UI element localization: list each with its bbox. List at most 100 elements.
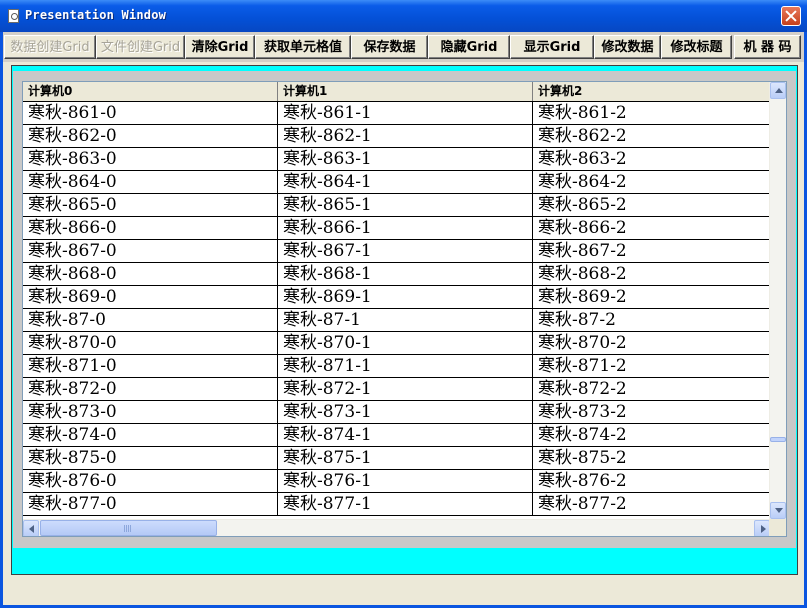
grid-cell[interactable]: 寒秋-87-1 [278, 309, 533, 331]
show-grid-button[interactable]: 显示Grid [510, 35, 594, 59]
create-grid-from-file-button[interactable]: 文件创建Grid [96, 35, 185, 59]
grid-header: 计算机0 计算机1 计算机2 [23, 82, 770, 102]
grid-cell[interactable]: 寒秋-871-2 [533, 355, 770, 377]
table-row[interactable]: 寒秋-875-0 寒秋-875-1 寒秋-875-2 [23, 447, 770, 470]
table-row[interactable]: 寒秋-866-0 寒秋-866-1 寒秋-866-2 [23, 217, 770, 240]
grid-cell[interactable]: 寒秋-871-0 [23, 355, 278, 377]
horizontal-scroll-thumb[interactable] [40, 520, 217, 536]
table-row[interactable]: 寒秋-876-0 寒秋-876-1 寒秋-876-2 [23, 470, 770, 493]
grid-cell[interactable]: 寒秋-869-0 [23, 286, 278, 308]
grid-cell[interactable]: 寒秋-862-0 [23, 125, 278, 147]
grid-cell[interactable]: 寒秋-861-0 [23, 102, 278, 124]
grid-cell[interactable]: 寒秋-863-2 [533, 148, 770, 170]
grid-cell[interactable]: 寒秋-872-2 [533, 378, 770, 400]
grid-cell[interactable]: 寒秋-867-1 [278, 240, 533, 262]
table-row[interactable]: 寒秋-872-0 寒秋-872-1 寒秋-872-2 [23, 378, 770, 401]
machine-code-button[interactable]: 机 器 码 [734, 35, 801, 59]
close-button[interactable] [781, 6, 801, 26]
grid-cell[interactable]: 寒秋-870-2 [533, 332, 770, 354]
arrow-up-icon [775, 88, 783, 93]
table-row[interactable]: 寒秋-863-0 寒秋-863-1 寒秋-863-2 [23, 148, 770, 171]
clear-grid-button[interactable]: 清除Grid [185, 35, 255, 59]
grid-cell[interactable]: 寒秋-877-0 [23, 493, 278, 515]
grid-cell[interactable]: 寒秋-875-1 [278, 447, 533, 469]
modify-title-button[interactable]: 修改标题 [661, 35, 732, 59]
grid-cell[interactable]: 寒秋-874-1 [278, 424, 533, 446]
table-row[interactable]: 寒秋-870-0 寒秋-870-1 寒秋-870-2 [23, 332, 770, 355]
grid-cell[interactable]: 寒秋-864-0 [23, 171, 278, 193]
grid-cell[interactable]: 寒秋-865-0 [23, 194, 278, 216]
grid-cell[interactable]: 寒秋-867-0 [23, 240, 278, 262]
grid-cell[interactable]: 寒秋-862-1 [278, 125, 533, 147]
grid-cell[interactable]: 寒秋-877-1 [278, 493, 533, 515]
grid-cell[interactable]: 寒秋-872-1 [278, 378, 533, 400]
grid-cell[interactable]: 寒秋-871-1 [278, 355, 533, 377]
data-grid[interactable]: 计算机0 计算机1 计算机2 寒秋-861-0 寒秋-861-1 寒秋-861-2 寒… [22, 81, 787, 537]
scrollbar-corner [769, 519, 786, 536]
save-data-button[interactable]: 保存数据 [351, 35, 428, 59]
table-row[interactable]: 寒秋-87-0 寒秋-87-1 寒秋-87-2 [23, 309, 770, 332]
grid-cell[interactable]: 寒秋-872-0 [23, 378, 278, 400]
grid-cell[interactable]: 寒秋-862-2 [533, 125, 770, 147]
grid-cell[interactable]: 寒秋-876-1 [278, 470, 533, 492]
grid-cell[interactable]: 寒秋-868-0 [23, 263, 278, 285]
table-row[interactable]: 寒秋-874-0 寒秋-874-1 寒秋-874-2 [23, 424, 770, 447]
grid-cell[interactable]: 寒秋-874-2 [533, 424, 770, 446]
grid-container: 计算机0 计算机1 计算机2 寒秋-861-0 寒秋-861-1 寒秋-861-2 寒… [13, 71, 796, 549]
column-header[interactable]: 计算机0 [23, 82, 278, 101]
scroll-down-button[interactable] [770, 502, 786, 519]
grid-cell[interactable]: 寒秋-87-0 [23, 309, 278, 331]
grid-cell[interactable]: 寒秋-863-0 [23, 148, 278, 170]
grid-cell[interactable]: 寒秋-870-1 [278, 332, 533, 354]
table-row[interactable]: 寒秋-868-0 寒秋-868-1 寒秋-868-2 [23, 263, 770, 286]
grid-cell[interactable]: 寒秋-873-2 [533, 401, 770, 423]
table-row[interactable]: 寒秋-865-0 寒秋-865-1 寒秋-865-2 [23, 194, 770, 217]
column-header[interactable]: 计算机2 [533, 82, 786, 101]
table-row[interactable]: 寒秋-871-0 寒秋-871-1 寒秋-871-2 [23, 355, 770, 378]
column-header[interactable]: 计算机1 [278, 82, 533, 101]
grid-cell[interactable]: 寒秋-876-0 [23, 470, 278, 492]
grid-cell[interactable]: 寒秋-870-0 [23, 332, 278, 354]
grid-cell[interactable]: 寒秋-87-2 [533, 309, 770, 331]
grid-cell[interactable]: 寒秋-876-2 [533, 470, 770, 492]
title-bar[interactable]: Presentation Window [0, 0, 807, 32]
table-row[interactable]: 寒秋-873-0 寒秋-873-1 寒秋-873-2 [23, 401, 770, 424]
table-row[interactable]: 寒秋-867-0 寒秋-867-1 寒秋-867-2 [23, 240, 770, 263]
table-row[interactable]: 寒秋-869-0 寒秋-869-1 寒秋-869-2 [23, 286, 770, 309]
table-row[interactable]: 寒秋-862-0 寒秋-862-1 寒秋-862-2 [23, 125, 770, 148]
grid-cell[interactable]: 寒秋-863-1 [278, 148, 533, 170]
horizontal-scrollbar[interactable] [23, 519, 770, 536]
grid-cell[interactable]: 寒秋-868-1 [278, 263, 533, 285]
create-grid-from-data-button[interactable]: 数据创建Grid [4, 35, 96, 59]
table-row[interactable]: 寒秋-877-0 寒秋-877-1 寒秋-877-2 [23, 493, 770, 516]
grid-cell[interactable]: 寒秋-866-1 [278, 217, 533, 239]
scroll-up-button[interactable] [770, 82, 786, 99]
grid-cell[interactable]: 寒秋-874-0 [23, 424, 278, 446]
grid-cell[interactable]: 寒秋-877-2 [533, 493, 770, 515]
grid-cell[interactable]: 寒秋-875-0 [23, 447, 278, 469]
grid-cell[interactable]: 寒秋-869-1 [278, 286, 533, 308]
scroll-left-button[interactable] [23, 520, 39, 536]
modify-data-button[interactable]: 修改数据 [594, 35, 661, 59]
grid-cell[interactable]: 寒秋-873-0 [23, 401, 278, 423]
vertical-scroll-thumb[interactable] [770, 437, 786, 442]
grid-cell[interactable]: 寒秋-861-2 [533, 102, 770, 124]
grid-cell[interactable]: 寒秋-861-1 [278, 102, 533, 124]
grid-cell[interactable]: 寒秋-866-2 [533, 217, 770, 239]
grid-cell[interactable]: 寒秋-865-1 [278, 194, 533, 216]
grid-cell[interactable]: 寒秋-867-2 [533, 240, 770, 262]
grid-cell[interactable]: 寒秋-873-1 [278, 401, 533, 423]
grid-cell[interactable]: 寒秋-868-2 [533, 263, 770, 285]
scroll-right-button[interactable] [754, 520, 770, 536]
grid-cell[interactable]: 寒秋-866-0 [23, 217, 278, 239]
vertical-scrollbar[interactable] [769, 82, 786, 519]
table-row[interactable]: 寒秋-864-0 寒秋-864-1 寒秋-864-2 [23, 171, 770, 194]
grid-cell[interactable]: 寒秋-875-2 [533, 447, 770, 469]
get-cell-value-button[interactable]: 获取单元格值 [255, 35, 351, 59]
grid-cell[interactable]: 寒秋-864-2 [533, 171, 770, 193]
grid-cell[interactable]: 寒秋-864-1 [278, 171, 533, 193]
grid-cell[interactable]: 寒秋-869-2 [533, 286, 770, 308]
grid-cell[interactable]: 寒秋-865-2 [533, 194, 770, 216]
table-row[interactable]: 寒秋-861-0 寒秋-861-1 寒秋-861-2 [23, 102, 770, 125]
hide-grid-button[interactable]: 隐藏Grid [428, 35, 510, 59]
